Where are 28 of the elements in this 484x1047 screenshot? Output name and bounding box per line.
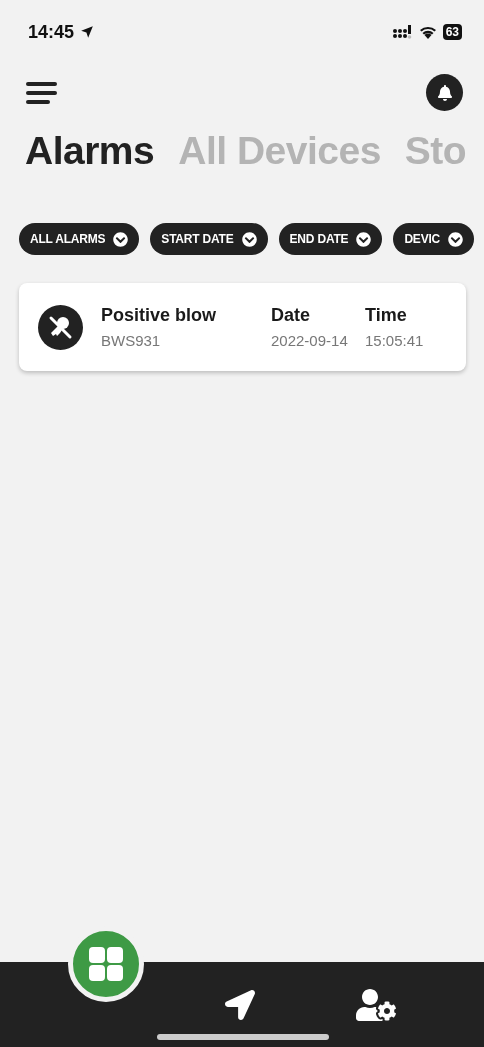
date-label: Date xyxy=(271,305,311,326)
menu-icon[interactable] xyxy=(26,81,57,104)
battery-level: 63 xyxy=(442,24,462,40)
chevron-down-icon xyxy=(448,231,464,247)
filter-button[interactable]: END DATE xyxy=(278,223,383,255)
status-time: 14:45 xyxy=(28,21,75,43)
bell-icon xyxy=(436,84,453,101)
wifi-icon xyxy=(418,25,437,39)
grid-icon xyxy=(89,947,123,981)
notifications-button[interactable] xyxy=(426,74,463,111)
signal-icon xyxy=(392,25,413,39)
nav-button[interactable] xyxy=(225,989,255,1020)
location-arrow-icon xyxy=(225,989,255,1020)
filter-button[interactable]: START DATE xyxy=(150,223,268,255)
tab[interactable]: Alarms xyxy=(25,129,155,173)
chevron-down-icon xyxy=(113,231,129,247)
location-icon xyxy=(80,25,95,39)
alarm-title: Positive blow xyxy=(101,305,218,326)
alarm-time: 15:05:41 xyxy=(365,332,425,349)
time-label: Time xyxy=(365,305,408,326)
alarm-date: 2022-09-14 xyxy=(271,332,349,349)
chevron-down-icon xyxy=(241,231,257,247)
alarm-card[interactable]: Positive blow BWS931 Date 2022-09-14 Time 15:05:41 xyxy=(19,283,466,371)
device-id: BWS931 xyxy=(101,332,162,349)
filter-button[interactable]: ALL ALARMS xyxy=(19,223,140,255)
chevron-down-icon xyxy=(356,231,372,247)
filter-button[interactable]: DEVIC xyxy=(393,223,475,255)
key-off-icon xyxy=(38,304,83,350)
